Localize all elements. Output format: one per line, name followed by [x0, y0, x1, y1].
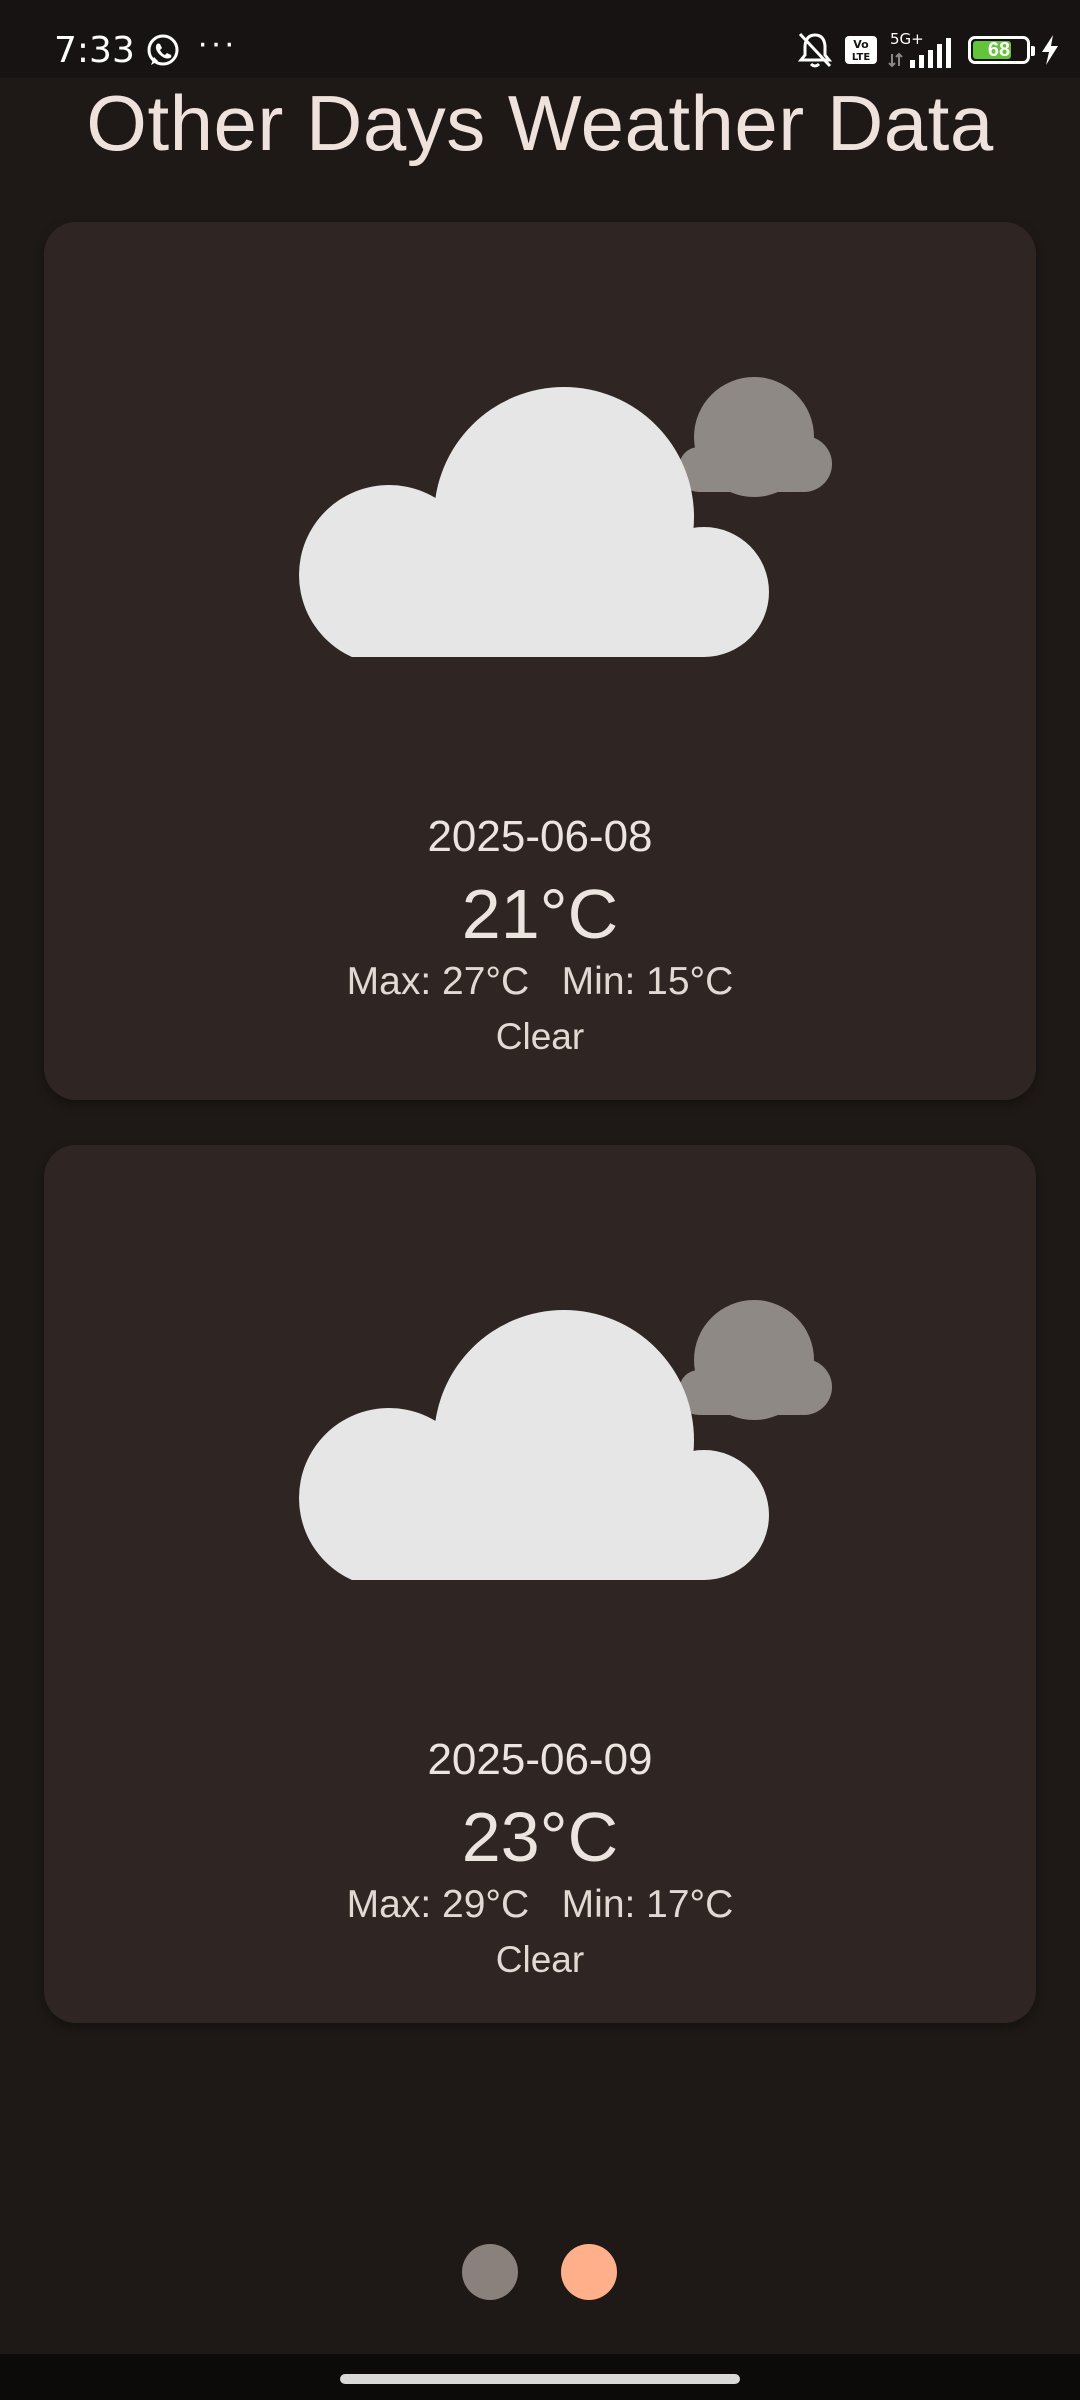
volte-icon: Vo LTE — [845, 36, 877, 64]
navigation-bar — [0, 2354, 1080, 2400]
signal-5g-icon: 5G+ — [888, 30, 951, 68]
forecast-date: 2025-06-09 — [427, 1735, 653, 1784]
forecast-date: 2025-06-08 — [427, 812, 653, 861]
page-indicator-dot-2-active[interactable] — [561, 2244, 617, 2300]
home-gesture-handle[interactable] — [340, 2374, 740, 2384]
whatsapp-icon — [147, 34, 179, 66]
battery-icon: 68 — [968, 36, 1035, 64]
weather-card[interactable]: 2025-06-09 23°C Max: 29°C Min: 17°C Clea… — [44, 1145, 1036, 2023]
forecast-condition: Clear — [495, 1016, 585, 1057]
status-icons: Vo LTE 5G+ 68 — [796, 28, 1060, 72]
page-indicator-dot-1[interactable] — [462, 2244, 518, 2300]
battery-level: 68 — [987, 39, 1011, 61]
forecast-max-min: Max: 29°C Min: 17°C — [346, 1883, 734, 1926]
weather-card[interactable]: 2025-06-08 21°C Max: 27°C Min: 15°C Clea… — [44, 222, 1036, 1100]
bell-off-icon — [797, 32, 833, 68]
forecast-temperature: 21°C — [461, 875, 619, 953]
svg-text:Vo: Vo — [853, 38, 869, 51]
page-title: Other Days Weather Data — [86, 79, 994, 167]
forecast-max-min: Max: 27°C Min: 15°C — [346, 960, 734, 1003]
cloud-icon — [299, 1300, 832, 1580]
status-time: 7:33 — [54, 30, 135, 71]
charging-icon — [1042, 35, 1058, 65]
svg-text:5G+: 5G+ — [890, 30, 924, 48]
forecast-temperature: 23°C — [461, 1798, 619, 1876]
status-bar: 7:33 ··· Vo LTE 5G+ 68 — [0, 0, 1080, 78]
forecast-condition: Clear — [495, 1939, 585, 1980]
svg-text:LTE: LTE — [852, 52, 871, 63]
more-dots-icon: ··· — [197, 24, 237, 62]
cloud-icon — [299, 377, 832, 657]
